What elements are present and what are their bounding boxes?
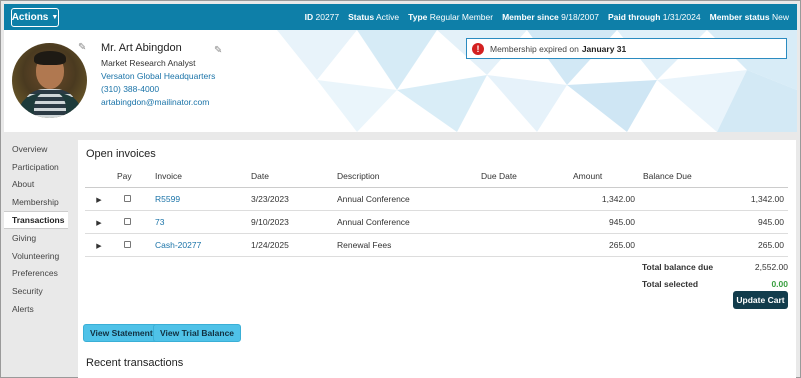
invoice-balance: 265.00 (639, 233, 788, 257)
expand-row-icon[interactable]: ▶ (96, 197, 101, 204)
profile-header: ✎ Mr. Art Abingdon ✎ Market Research Ana… (4, 30, 797, 132)
actions-button[interactable]: Actions ▼ (11, 8, 59, 27)
invoice-due-date (477, 210, 569, 234)
column-header-due-date: Due Date (477, 166, 569, 188)
sidebar-item-alerts[interactable]: Alerts (4, 300, 68, 318)
pay-checkbox[interactable] (124, 194, 131, 202)
invoice-date: 3/23/2023 (247, 187, 333, 211)
alert-exclamation-icon: ! (472, 42, 484, 55)
invoice-balance: 1,342.00 (639, 187, 788, 211)
meta-status: Status Active (348, 12, 400, 22)
total-balance-value: 2,552.00 (754, 262, 788, 272)
column-header-invoice: Invoice (151, 166, 247, 188)
invoice-amount: 945.00 (569, 210, 639, 234)
meta-member-since: Member since 9/18/2007 (502, 12, 599, 22)
member-job-title: Market Research Analyst (101, 58, 196, 68)
column-header-balance-due: Balance Due (639, 166, 788, 188)
column-header-date: Date (247, 166, 333, 188)
sidebar-item-volunteering[interactable]: Volunteering (4, 247, 68, 265)
invoice-balance: 945.00 (639, 210, 788, 234)
pay-checkbox[interactable] (124, 240, 131, 248)
alert-text: Membership expired on (490, 43, 579, 54)
recent-transactions-title: Recent transactions (86, 357, 184, 369)
column-header-amount: Amount (569, 166, 639, 188)
meta-id: ID 20277 (304, 12, 340, 22)
expand-row-icon[interactable]: ▶ (96, 243, 101, 250)
open-invoices-table: Pay Invoice Date Description Due Date Am… (85, 166, 788, 257)
table-header-row: Pay Invoice Date Description Due Date Am… (85, 166, 788, 188)
sidebar-item-participation[interactable]: Participation (4, 158, 68, 176)
member-meta: ID 20277 Status Active Type Regular Memb… (305, 4, 789, 30)
sidebar-item-about[interactable]: About (4, 176, 68, 194)
member-name: Mr. Art Abingdon (101, 42, 182, 54)
table-row: ▶ R5599 3/23/2023 Annual Conference 1,34… (85, 187, 788, 211)
sidebar-item-overview[interactable]: Overview (4, 140, 68, 158)
sidebar-item-security[interactable]: Security (4, 282, 68, 300)
sidebar-item-giving[interactable]: Giving (4, 229, 68, 247)
caret-down-icon: ▼ (51, 14, 59, 21)
total-selected-value: 0.00 (771, 279, 788, 289)
invoice-description: Annual Conference (333, 210, 477, 234)
invoice-description: Annual Conference (333, 187, 477, 211)
sidebar-item-membership[interactable]: Membership (4, 193, 68, 211)
invoice-due-date (477, 233, 569, 257)
avatar (12, 43, 87, 118)
meta-type: Type Regular Member (408, 12, 494, 22)
invoice-due-date (477, 187, 569, 211)
edit-photo-pencil-icon[interactable]: ✎ (78, 42, 86, 53)
sidebar-item-transactions[interactable]: Transactions (4, 211, 68, 229)
column-header-description: Description (333, 166, 477, 188)
total-balance-due: Total balance due 2,552.00 (642, 262, 788, 272)
column-header-pay: Pay (113, 166, 151, 188)
invoice-description: Renewal Fees (333, 233, 477, 257)
top-bar: Actions ▼ ID 20277 Status Active Type Re… (4, 4, 797, 30)
actions-label: Actions (11, 12, 49, 23)
pay-checkbox[interactable] (124, 217, 131, 225)
invoice-link[interactable]: Cash-20277 (155, 240, 201, 250)
invoice-date: 9/10/2023 (247, 210, 333, 234)
sidebar-item-preferences[interactable]: Preferences (4, 265, 68, 283)
view-statement-button[interactable]: View Statement (83, 324, 160, 342)
table-row: ▶ Cash-20277 1/24/2025 Renewal Fees 265.… (85, 233, 788, 257)
total-selected: Total selected 0.00 (642, 279, 788, 289)
update-cart-button[interactable]: Update Cart (733, 291, 788, 309)
total-balance-label: Total balance due (642, 262, 714, 272)
invoice-date: 1/24/2025 (247, 233, 333, 257)
invoice-amount: 265.00 (569, 233, 639, 257)
alert-date: January 31 (581, 43, 627, 54)
expand-row-icon[interactable]: ▶ (96, 220, 101, 227)
edit-profile-pencil-icon[interactable]: ✎ (214, 45, 222, 56)
invoice-link[interactable]: R5599 (155, 194, 180, 204)
transactions-panel: Open invoices Pay Invoice Date Descripti… (78, 140, 796, 378)
open-invoices-title: Open invoices (86, 148, 156, 160)
meta-paid-through: Paid through 1/31/2024 (607, 12, 701, 22)
invoice-amount: 1,342.00 (569, 187, 639, 211)
column-header-expand (85, 166, 113, 188)
sidebar-nav: Overview Participation About Membership … (4, 140, 68, 376)
meta-member-status: Member status New (709, 12, 789, 22)
member-company-link[interactable]: Versaton Global Headquarters (101, 71, 215, 81)
table-row: ▶ 73 9/10/2023 Annual Conference 945.00 … (85, 210, 788, 234)
membership-expired-alert: ! Membership expired on January 31 (466, 38, 787, 59)
total-selected-label: Total selected (642, 279, 699, 289)
member-email-link[interactable]: artabingdon@mailinator.com (101, 97, 209, 107)
invoice-link[interactable]: 73 (155, 217, 164, 227)
view-trial-balance-button[interactable]: View Trial Balance (153, 324, 242, 342)
member-phone-link[interactable]: (310) 388-4000 (101, 84, 159, 94)
